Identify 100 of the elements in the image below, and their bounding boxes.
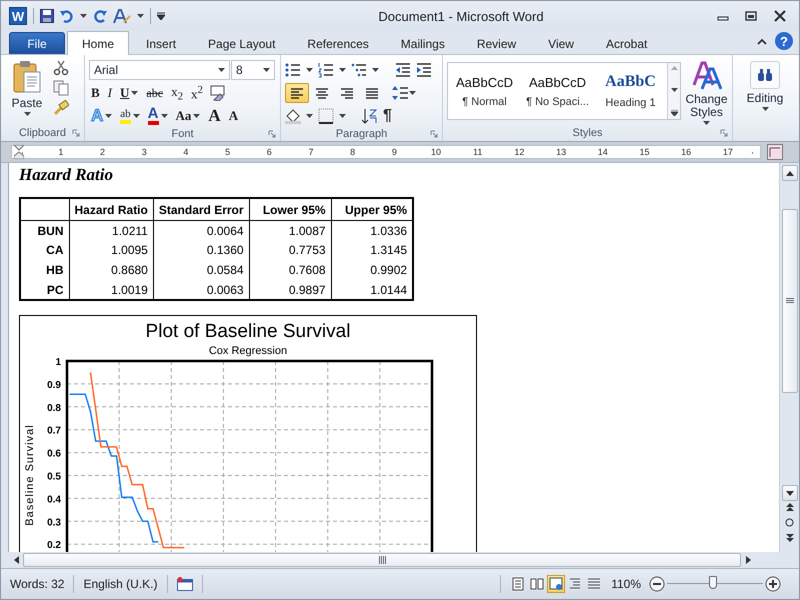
- script-button[interactable]: x$^{2}$: [188, 83, 205, 104]
- scroll-thumb[interactable]: [23, 552, 741, 567]
- table-cell: 1.0095: [69, 240, 154, 260]
- font-name-field[interactable]: Arial: [89, 60, 230, 80]
- web-layout-button[interactable]: [547, 574, 566, 593]
- row-label: CA: [20, 240, 69, 260]
- browse-object-icon[interactable]: [785, 518, 794, 528]
- script-button[interactable]: x$_{2}$: [169, 83, 185, 104]
- row-label: HB: [20, 260, 69, 280]
- zoom-out-button[interactable]: [649, 576, 665, 592]
- view-icon: [587, 576, 602, 591]
- ribbon-tab[interactable]: References: [292, 32, 384, 54]
- indent-marker-icon[interactable]: [14, 145, 24, 160]
- scroll-down-button[interactable]: [782, 485, 798, 502]
- ruler-number: 6: [266, 147, 272, 158]
- editing-button[interactable]: Editing: [737, 58, 793, 114]
- text-brush-icon[interactable]: [113, 8, 131, 24]
- help-button[interactable]: ?: [775, 32, 793, 50]
- language-indicator[interactable]: English (U.K.): [74, 574, 168, 593]
- close-icon[interactable]: [773, 10, 787, 22]
- ribbon-tab[interactable]: View: [533, 32, 589, 54]
- macro-record-icon[interactable]: [176, 576, 192, 591]
- axis-title: Baseline Survival: [24, 424, 36, 526]
- ribbon-tab[interactable]: Page Layout: [193, 32, 290, 54]
- shrink-font-button[interactable]: A: [226, 106, 240, 126]
- column-header: Lower 95%: [249, 198, 332, 220]
- collapse-ribbon-icon[interactable]: [757, 38, 767, 45]
- italic-button[interactable]: I: [106, 83, 114, 104]
- dialog-launcher-icon[interactable]: [268, 130, 276, 138]
- word-count[interactable]: Words: 32: [1, 574, 74, 593]
- multilevel-list-icon[interactable]: [351, 62, 367, 78]
- paste-button[interactable]: Paste: [5, 58, 49, 126]
- sort-icon[interactable]: [362, 108, 378, 124]
- format-painter-icon[interactable]: [53, 100, 69, 116]
- grow-font-button[interactable]: A: [206, 106, 223, 126]
- redo-icon[interactable]: [93, 9, 107, 24]
- ribbon-tab[interactable]: Acrobat: [590, 32, 662, 54]
- axis-tick-label: 0.5: [47, 472, 61, 483]
- more-icon[interactable]: [670, 110, 678, 116]
- axis-tick-label: 0.2: [47, 540, 61, 552]
- zoom-slider-thumb[interactable]: [709, 576, 718, 590]
- column-header: Hazard Ratio: [69, 198, 154, 220]
- font-size-field[interactable]: 8: [231, 60, 275, 80]
- dialog-launcher-icon[interactable]: [430, 130, 438, 138]
- zoom-in-button[interactable]: [765, 576, 781, 592]
- ruler-number: 10: [431, 147, 442, 158]
- table-cell: 1.0336: [331, 220, 414, 240]
- axis-tick-label: 0.4: [47, 494, 61, 506]
- restore-icon[interactable]: [745, 11, 757, 22]
- clear-formatting-icon[interactable]: [208, 85, 227, 102]
- ribbon-tab[interactable]: Mailings: [386, 32, 460, 54]
- strikethrough-button[interactable]: abc: [144, 83, 166, 104]
- align-left-button[interactable]: [285, 83, 309, 104]
- change-styles-button[interactable]: Change Styles: [685, 58, 728, 126]
- ribbon-tab[interactable]: Home: [67, 31, 130, 56]
- save-icon[interactable]: [40, 9, 54, 24]
- style-option[interactable]: AaBbCcD ¶ Normal: [448, 63, 521, 120]
- shading-icon[interactable]: [285, 108, 301, 124]
- bold-button[interactable]: B: [89, 83, 102, 104]
- scissors-icon[interactable]: [53, 60, 69, 76]
- table-cell: 1.0211: [69, 220, 154, 240]
- highlight-button[interactable]: ab: [118, 106, 142, 126]
- ribbon-tab[interactable]: Insert: [131, 32, 192, 54]
- decrease-indent-icon[interactable]: [395, 62, 411, 78]
- table-cell: 0.9897: [249, 280, 332, 300]
- scroll-up-button[interactable]: [782, 165, 798, 182]
- view-ruler-icon[interactable]: [767, 144, 783, 160]
- undo-icon[interactable]: [60, 9, 74, 24]
- previous-page-icon[interactable]: [786, 503, 794, 512]
- copy-icon[interactable]: [53, 80, 69, 96]
- dialog-launcher-icon[interactable]: [720, 129, 728, 138]
- group-label: Styles: [572, 127, 602, 140]
- bullets-icon[interactable]: [285, 62, 301, 78]
- change-case-button[interactable]: Aa: [174, 106, 202, 126]
- style-option[interactable]: AaBbCcD ¶ No Spaci...: [521, 63, 594, 120]
- ribbon-tab[interactable]: File: [9, 32, 65, 54]
- ribbon-tab[interactable]: Review: [462, 32, 532, 54]
- increase-indent-icon[interactable]: [416, 62, 432, 78]
- scroll-thumb[interactable]: [782, 209, 798, 394]
- line-spacing-icon[interactable]: [392, 85, 408, 102]
- font-color-button[interactable]: A: [146, 106, 170, 126]
- up-arrow-icon: [786, 170, 794, 176]
- borders-icon[interactable]: [318, 108, 334, 124]
- table-cell: 0.0064: [153, 220, 250, 240]
- caret-icon: [105, 114, 112, 118]
- word-logo[interactable]: W: [9, 7, 27, 26]
- customize-icon[interactable]: [157, 12, 165, 20]
- view-icon: [511, 576, 526, 591]
- underline-button[interactable]: U: [118, 83, 140, 104]
- style-option[interactable]: AaBbC Heading 1: [594, 63, 667, 120]
- ruler-number: 12: [514, 147, 524, 158]
- dialog-launcher-icon[interactable]: [72, 129, 80, 138]
- numbering-icon[interactable]: [318, 62, 334, 78]
- axis-tick-label: 0.8: [47, 403, 61, 414]
- horizontal-ruler[interactable]: 1 2 3 4 5 6 7 8 9 10 11 12 13 14 15 16 17: [11, 145, 761, 160]
- next-page-icon[interactable]: [786, 534, 794, 542]
- show-formatting-marks-button[interactable]: ¶: [383, 107, 392, 126]
- table-cell: 1.0087: [249, 220, 332, 240]
- zoom-level[interactable]: 110%: [611, 576, 641, 591]
- column-header: Upper 95%: [331, 198, 414, 220]
